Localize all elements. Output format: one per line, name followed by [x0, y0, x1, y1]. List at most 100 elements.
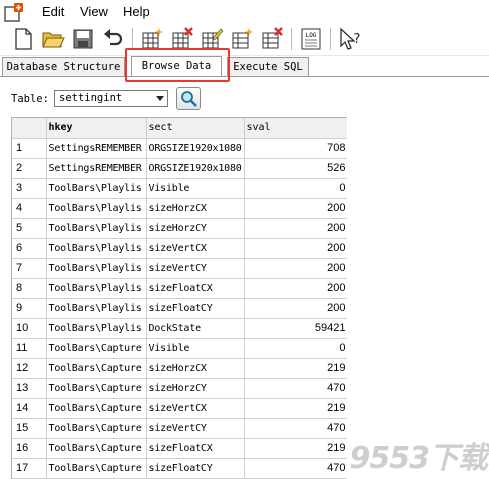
- row-number-cell[interactable]: 17: [12, 458, 47, 479]
- sval-cell[interactable]: 219: [244, 398, 347, 419]
- hkey-cell[interactable]: SettingsREMEMBER: [46, 138, 147, 159]
- sect-cell[interactable]: sizeHorzCY: [146, 218, 245, 239]
- hkey-cell[interactable]: ToolBars\Playlis: [46, 278, 147, 299]
- sval-cell[interactable]: 200: [244, 218, 347, 239]
- hkey-cell[interactable]: ToolBars\Capture: [46, 358, 147, 379]
- menu-edit[interactable]: Edit: [42, 4, 64, 19]
- column-header-hkey[interactable]: hkey: [46, 118, 147, 139]
- hkey-cell[interactable]: SettingsREMEMBER: [46, 158, 147, 179]
- column-header-sect[interactable]: sect: [146, 118, 245, 139]
- table-row[interactable]: 8 ToolBars\Playlis sizeFloatCX 200: [12, 278, 347, 299]
- table-row[interactable]: 9 ToolBars\Playlis sizeFloatCY 200: [12, 298, 347, 319]
- table-row[interactable]: 17 ToolBars\Capture sizeFloatCY 470: [12, 458, 347, 479]
- sval-cell[interactable]: 708: [244, 138, 347, 159]
- row-number-cell[interactable]: 11: [12, 338, 47, 359]
- row-number-cell[interactable]: 3: [12, 178, 47, 199]
- whats-this-icon[interactable]: ?: [338, 27, 362, 51]
- sect-cell[interactable]: sizeFloatCY: [146, 298, 245, 319]
- row-number-cell[interactable]: 9: [12, 298, 47, 319]
- table-row[interactable]: 16 ToolBars\Capture sizeFloatCX 219: [12, 438, 347, 459]
- table-row[interactable]: 10 ToolBars\Playlis DockState 59421: [12, 318, 347, 339]
- sval-cell[interactable]: 200: [244, 198, 347, 219]
- sect-cell[interactable]: sizeFloatCX: [146, 278, 245, 299]
- search-button[interactable]: [176, 87, 201, 110]
- hkey-cell[interactable]: ToolBars\Capture: [46, 458, 147, 479]
- row-number-cell[interactable]: 14: [12, 398, 47, 419]
- hkey-cell[interactable]: ToolBars\Playlis: [46, 178, 147, 199]
- sect-cell[interactable]: Visible: [146, 338, 245, 359]
- hkey-cell[interactable]: ToolBars\Capture: [46, 418, 147, 439]
- sval-cell[interactable]: 200: [244, 298, 347, 319]
- new-file-icon[interactable]: [11, 27, 35, 51]
- sval-cell[interactable]: 470: [244, 378, 347, 399]
- tab-database-structure[interactable]: Database Structure: [2, 57, 125, 76]
- tab-browse-data[interactable]: Browse Data: [131, 56, 222, 77]
- undo-icon[interactable]: [101, 27, 125, 51]
- create-table-icon[interactable]: [140, 27, 164, 51]
- menu-view[interactable]: View: [80, 4, 108, 19]
- row-number-cell[interactable]: 6: [12, 238, 47, 259]
- column-header-sval[interactable]: sval: [244, 118, 347, 139]
- sval-cell[interactable]: 470: [244, 458, 347, 479]
- sval-cell[interactable]: 200: [244, 258, 347, 279]
- sval-cell[interactable]: 526: [244, 158, 347, 179]
- hkey-cell[interactable]: ToolBars\Playlis: [46, 198, 147, 219]
- row-number-cell[interactable]: 15: [12, 418, 47, 439]
- sval-cell[interactable]: 219: [244, 438, 347, 459]
- table-row[interactable]: 5 ToolBars\Playlis sizeHorzCY 200: [12, 218, 347, 239]
- open-folder-icon[interactable]: [41, 27, 65, 51]
- row-number-cell[interactable]: 10: [12, 318, 47, 339]
- row-number-cell[interactable]: 5: [12, 218, 47, 239]
- table-row[interactable]: 2 SettingsREMEMBER ORGSIZE1920x1080 526: [12, 158, 347, 179]
- table-row[interactable]: 15 ToolBars\Capture sizeVertCY 470: [12, 418, 347, 439]
- row-number-cell[interactable]: 7: [12, 258, 47, 279]
- row-number-cell[interactable]: 4: [12, 198, 47, 219]
- sval-cell[interactable]: 219: [244, 358, 347, 379]
- table-row[interactable]: 3 ToolBars\Playlis Visible 0: [12, 178, 347, 199]
- hkey-cell[interactable]: ToolBars\Playlis: [46, 218, 147, 239]
- table-row[interactable]: 14 ToolBars\Capture sizeVertCX 219: [12, 398, 347, 419]
- hkey-cell[interactable]: ToolBars\Playlis: [46, 318, 147, 339]
- sect-cell[interactable]: sizeFloatCX: [146, 438, 245, 459]
- sect-cell[interactable]: sizeHorzCX: [146, 358, 245, 379]
- table-row[interactable]: 12 ToolBars\Capture sizeHorzCX 219: [12, 358, 347, 379]
- create-index-icon[interactable]: [230, 27, 254, 51]
- table-row[interactable]: 7 ToolBars\Playlis sizeVertCY 200: [12, 258, 347, 279]
- table-row[interactable]: 4 ToolBars\Playlis sizeHorzCX 200: [12, 198, 347, 219]
- sval-cell[interactable]: 0: [244, 338, 347, 359]
- row-number-cell[interactable]: 2: [12, 158, 47, 179]
- hkey-cell[interactable]: ToolBars\Playlis: [46, 298, 147, 319]
- hkey-cell[interactable]: ToolBars\Capture: [46, 398, 147, 419]
- row-number-cell[interactable]: 13: [12, 378, 47, 399]
- table-row[interactable]: 11 ToolBars\Capture Visible 0: [12, 338, 347, 359]
- log-icon[interactable]: LOG: [299, 27, 323, 51]
- sect-cell[interactable]: Visible: [146, 178, 245, 199]
- table-row[interactable]: 13 ToolBars\Capture sizeHorzCY 470: [12, 378, 347, 399]
- sect-cell[interactable]: sizeHorzCY: [146, 378, 245, 399]
- menu-help[interactable]: Help: [123, 4, 150, 19]
- sect-cell[interactable]: sizeFloatCY: [146, 458, 245, 479]
- sval-cell[interactable]: 59421: [244, 318, 347, 339]
- tab-execute-sql[interactable]: Execute SQL: [227, 57, 309, 76]
- sect-cell[interactable]: ORGSIZE1920x1080: [146, 138, 245, 159]
- row-number-cell[interactable]: 8: [12, 278, 47, 299]
- sect-cell[interactable]: sizeHorzCX: [146, 198, 245, 219]
- sect-cell[interactable]: DockState: [146, 318, 245, 339]
- table-row[interactable]: 1 SettingsREMEMBER ORGSIZE1920x1080 708: [12, 138, 347, 159]
- sval-cell[interactable]: 200: [244, 278, 347, 299]
- sect-cell[interactable]: sizeVertCX: [146, 398, 245, 419]
- hkey-cell[interactable]: ToolBars\Playlis: [46, 258, 147, 279]
- row-number-cell[interactable]: 16: [12, 438, 47, 459]
- delete-table-icon[interactable]: [170, 27, 194, 51]
- row-number-cell[interactable]: 1: [12, 138, 47, 159]
- table-row[interactable]: 6 ToolBars\Playlis sizeVertCX 200: [12, 238, 347, 259]
- hkey-cell[interactable]: ToolBars\Capture: [46, 378, 147, 399]
- delete-index-icon[interactable]: [260, 27, 284, 51]
- hkey-cell[interactable]: ToolBars\Playlis: [46, 238, 147, 259]
- sval-cell[interactable]: 0: [244, 178, 347, 199]
- table-select[interactable]: settingint: [54, 90, 168, 107]
- sect-cell[interactable]: sizeVertCY: [146, 258, 245, 279]
- sect-cell[interactable]: ORGSIZE1920x1080: [146, 158, 245, 179]
- row-number-cell[interactable]: 12: [12, 358, 47, 379]
- sect-cell[interactable]: sizeVertCX: [146, 238, 245, 259]
